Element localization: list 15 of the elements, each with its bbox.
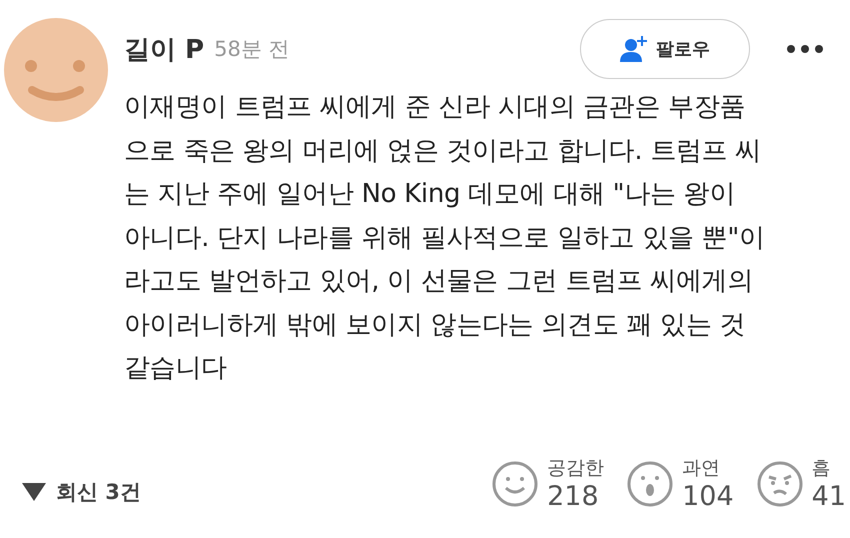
- author-name: 길이 P: [124, 34, 204, 66]
- replies-toggle[interactable]: 회신 3건: [22, 478, 141, 506]
- avatar-icon: [4, 18, 108, 122]
- caret-icon: [22, 482, 46, 500]
- reaction-button[interactable]: 공감한 218: [491, 455, 604, 512]
- post-time: 58분 전: [214, 36, 290, 63]
- reaction-button[interactable]: 흠 41: [756, 455, 846, 512]
- add-user-icon: [620, 35, 648, 63]
- confused-face-icon: [756, 460, 804, 508]
- smile-face-icon: [491, 460, 540, 508]
- comment-text: 이재명이 트럼프 씨에게 준 신라 시대의 금관은 부장품 으로 죽은 왕의 머리에 얹은 것이라고 합니다. 트럼프 씨 는 지난 주에 일어난 No King 데모에 대해 "나는 왕이 아니다. 단지 나라를 위해 필사적으로 일하고 있을 뿐"이 라고도 발언하고 있어, 이 선물은 그런 트럼프 씨에게의 아이러니하게 밖에 보이지 않는다는 의견도 꽤 있는 것 같습니다: [124, 91, 766, 385]
- reaction-button[interactable]: 과연 104: [626, 455, 734, 512]
- follow-button[interactable]: 팔로우: [580, 19, 750, 79]
- surprised-face-icon: [626, 460, 674, 508]
- more-options-icon[interactable]: [786, 44, 824, 54]
